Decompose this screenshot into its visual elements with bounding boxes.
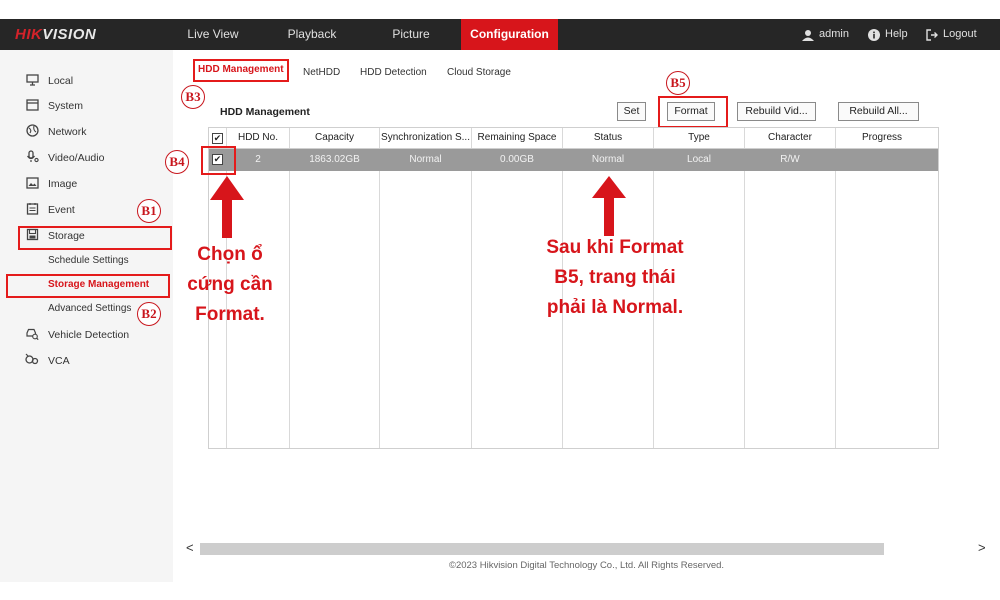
rebuild-all-button[interactable]: Rebuild All...: [838, 102, 919, 121]
sidebar-item-label: Local: [48, 75, 74, 87]
sidebar-item-vca[interactable]: VCA: [0, 349, 173, 373]
highlight-storage: [18, 226, 172, 250]
sidebar-subitem-advanced-settings[interactable]: Advanced Settings: [48, 303, 131, 314]
tab-live-view[interactable]: Live View: [176, 19, 250, 50]
tab-nethdd[interactable]: NetHDD: [303, 67, 340, 78]
note-after-format: Sau khi Format B5, trang thái phải là No…: [546, 237, 684, 318]
monitor-icon: [22, 73, 42, 89]
window-icon: [22, 98, 42, 114]
cell-capacity: 1863.02GB: [309, 154, 360, 165]
sidebar-item-video-audio[interactable]: Video/Audio: [0, 146, 173, 170]
user-icon: [802, 29, 814, 41]
scroll-left-arrow[interactable]: <: [186, 540, 194, 555]
sidebar-item-local[interactable]: Local: [0, 69, 173, 93]
tab-cloud-storage[interactable]: Cloud Storage: [447, 67, 511, 78]
logout-icon: [926, 28, 938, 41]
rebuild-video-button[interactable]: Rebuild Vid...: [737, 102, 816, 121]
set-button[interactable]: Set: [617, 102, 646, 121]
tab-playback[interactable]: Playback: [276, 19, 348, 50]
cell-hdd-no: 2: [255, 154, 261, 165]
cell-progress: [836, 149, 928, 171]
globe-icon: [22, 124, 42, 140]
select-all-checkbox[interactable]: ✔: [212, 133, 223, 144]
sidebar-item-image[interactable]: Image: [0, 172, 173, 196]
step-label-b3: B3: [181, 85, 205, 109]
calendar-icon: [22, 202, 42, 218]
hikvision-logo: HIKVISION: [15, 26, 97, 43]
user-name: admin: [819, 28, 849, 40]
sidebar-item-label: Video/Audio: [48, 152, 105, 164]
help-label: Help: [885, 28, 908, 40]
footer-copyright: ©2023 Hikvision Digital Technology Co., …: [448, 560, 725, 571]
sidebar-item-label: Network: [48, 126, 87, 138]
header-remaining-space: Remaining Space: [477, 132, 557, 143]
up-arrow-checkbox: [210, 176, 244, 238]
step-label-b2: B2: [137, 302, 161, 326]
step-label-b5: B5: [666, 71, 690, 95]
cell-type: Local: [687, 154, 711, 165]
tab-hdd-detection[interactable]: HDD Detection: [360, 67, 427, 78]
sidebar-item-label: Image: [48, 178, 78, 190]
microphone-icon: [22, 150, 42, 166]
highlight-row-checkbox: [201, 146, 236, 175]
image-icon: [22, 176, 42, 192]
sidebar-subitem-schedule-settings[interactable]: Schedule Settings: [48, 255, 129, 266]
vca-icon: [22, 353, 42, 369]
cell-sync-status: Normal: [409, 154, 442, 165]
highlight-hdd-management-tab: [193, 59, 289, 82]
help-link[interactable]: Help: [868, 19, 908, 50]
logout-label: Logout: [943, 28, 977, 40]
sidebar-item-vehicle-detection[interactable]: Vehicle Detection: [0, 323, 173, 347]
header-capacity: Capacity: [315, 132, 354, 143]
up-arrow-status: [592, 176, 626, 236]
logout-link[interactable]: Logout: [926, 19, 977, 50]
horizontal-scrollbar[interactable]: [200, 543, 884, 555]
cell-character: R/W: [780, 154, 800, 165]
tab-configuration[interactable]: Configuration: [461, 19, 558, 50]
top-navigation-bar: HIKVISION Live View Playback Picture Con…: [0, 19, 1000, 50]
tab-picture[interactable]: Picture: [380, 19, 442, 50]
highlight-storage-management: [6, 274, 170, 298]
step-label-b1: B1: [137, 199, 161, 223]
sidebar-item-label: Event: [48, 204, 75, 216]
sidebar-item-system[interactable]: System: [0, 94, 173, 118]
sidebar-item-label: VCA: [48, 355, 70, 367]
cell-status: Normal: [591, 154, 625, 165]
note-select-disk: Chọn ổ cứng cần Format.: [187, 244, 273, 325]
highlight-format-button: [658, 96, 728, 128]
info-icon: [868, 28, 880, 41]
sidebar-item-label: Vehicle Detection: [48, 329, 130, 341]
sidebar-item-network[interactable]: Network: [0, 120, 173, 144]
header-character: Character: [768, 132, 812, 143]
sidebar-item-label: System: [48, 100, 84, 112]
scroll-right-arrow[interactable]: >: [978, 540, 986, 555]
panel-title: HDD Management: [220, 106, 310, 118]
header-type: Type: [688, 132, 710, 143]
header-progress: Progress: [861, 132, 902, 143]
header-sync-status: Synchronization S...: [381, 132, 470, 143]
header-hdd-no: HDD No.: [237, 132, 278, 143]
user-menu[interactable]: admin: [802, 19, 849, 50]
step-label-b4: B4: [165, 150, 189, 174]
cell-remaining-space: 0.00GB: [500, 154, 534, 165]
header-status: Status: [593, 132, 623, 143]
vehicle-search-icon: [22, 327, 42, 343]
